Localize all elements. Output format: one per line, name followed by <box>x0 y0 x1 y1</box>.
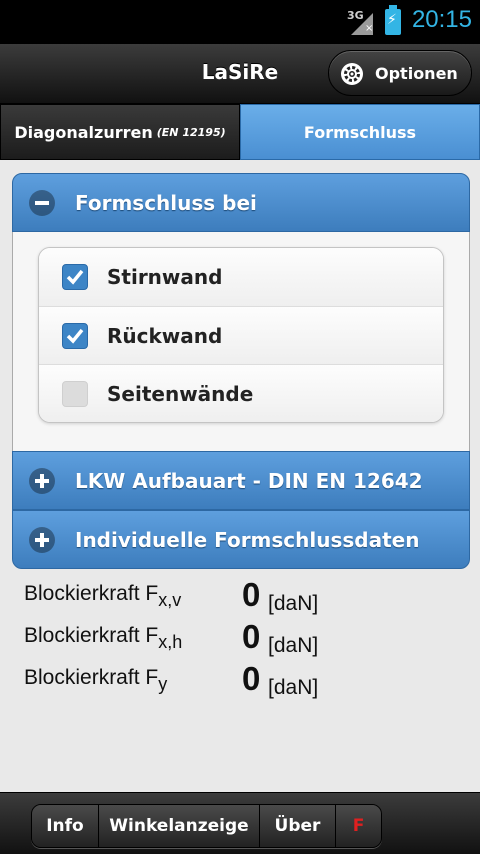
checkbox-checked[interactable] <box>62 322 88 349</box>
result-unit: [daN] <box>268 592 319 615</box>
result-unit: [daN] <box>268 676 319 699</box>
battery-icon: ⚡ <box>385 5 401 35</box>
nav-info-button[interactable]: Info <box>32 805 98 847</box>
options-button[interactable]: Optionen <box>328 50 472 96</box>
tab-label: Diagonalzurren <box>14 122 153 142</box>
section-header-individuelle-formschlussdaten[interactable]: Individuelle Formschlussdaten <box>12 510 470 569</box>
results-panel: Blockierkraft Fx,v 0 [daN] Blockierkraft… <box>24 576 464 708</box>
checkbox-group: Stirnwand Rückwand Seitenwände <box>38 247 444 423</box>
result-unit: [daN] <box>268 634 319 657</box>
checkbox-row-rueckwand[interactable]: Rückwand <box>39 306 443 364</box>
checkbox-unchecked[interactable] <box>62 380 88 407</box>
minus-icon <box>29 189 55 216</box>
collapsible-set: Formschluss bei Stirnwand Rückwand Seite… <box>12 173 470 569</box>
result-label: Blockierkraft Fx,v <box>24 582 182 610</box>
result-label: Blockierkraft Fx,h <box>24 624 183 652</box>
result-subscript: y <box>158 674 168 694</box>
result-value: 0 <box>242 660 261 697</box>
footer: Info Winkelanzeige Über F <box>0 792 480 854</box>
section-title: LKW Aufbauart - DIN EN 12642 <box>75 468 423 493</box>
checkbox-label: Rückwand <box>107 323 223 348</box>
section-title: Formschluss bei <box>75 190 257 215</box>
tab-bar: Diagonalzurren (EN 12195) Formschluss <box>0 104 480 160</box>
network-type: 3G <box>347 9 364 22</box>
result-subscript: x,h <box>158 632 183 652</box>
checkbox-label: Stirnwand <box>107 265 223 289</box>
result-value: 0 <box>242 576 261 613</box>
section-header-formschluss-bei[interactable]: Formschluss bei <box>12 173 470 232</box>
plus-icon <box>29 467 55 494</box>
clock: 20:15 <box>411 6 472 33</box>
tab-label: Formschluss <box>303 122 417 142</box>
checkbox-checked[interactable] <box>62 264 88 290</box>
gear-icon <box>341 63 363 85</box>
checkbox-row-seitenwaende[interactable]: Seitenwände <box>39 364 443 422</box>
tab-diagonalzurren[interactable]: Diagonalzurren (EN 12195) <box>0 104 240 160</box>
options-label: Optionen <box>375 64 458 83</box>
section-title: Individuelle Formschlussdaten <box>75 527 420 552</box>
nav-ueber-button[interactable]: Über <box>259 805 335 847</box>
result-row: Blockierkraft Fy 0 [daN] <box>24 660 464 708</box>
section-header-lkw-aufbauart[interactable]: LKW Aufbauart - DIN EN 12642 <box>12 451 470 510</box>
section-body-formschluss-bei: Stirnwand Rückwand Seitenwände <box>12 232 470 451</box>
tab-formschluss[interactable]: Formschluss <box>240 104 480 160</box>
result-label: Blockierkraft Fy <box>24 666 168 694</box>
signal-icon: 3G × <box>347 9 374 35</box>
result-subscript: x,v <box>158 590 182 610</box>
result-value: 0 <box>242 618 261 655</box>
plus-icon <box>29 526 55 553</box>
checkbox-label: Seitenwände <box>107 381 254 406</box>
footer-navbar: Info Winkelanzeige Über F <box>31 804 382 848</box>
status-bar: 3G × ⚡ 20:15 <box>0 0 480 44</box>
checkbox-row-stirnwand[interactable]: Stirnwand <box>39 248 443 306</box>
tab-sublabel: (EN 12195) <box>156 125 226 139</box>
header: LaSiRe Optionen <box>0 44 480 104</box>
nav-f-button[interactable]: F <box>335 805 381 847</box>
nav-winkelanzeige-button[interactable]: Winkelanzeige <box>98 805 259 847</box>
